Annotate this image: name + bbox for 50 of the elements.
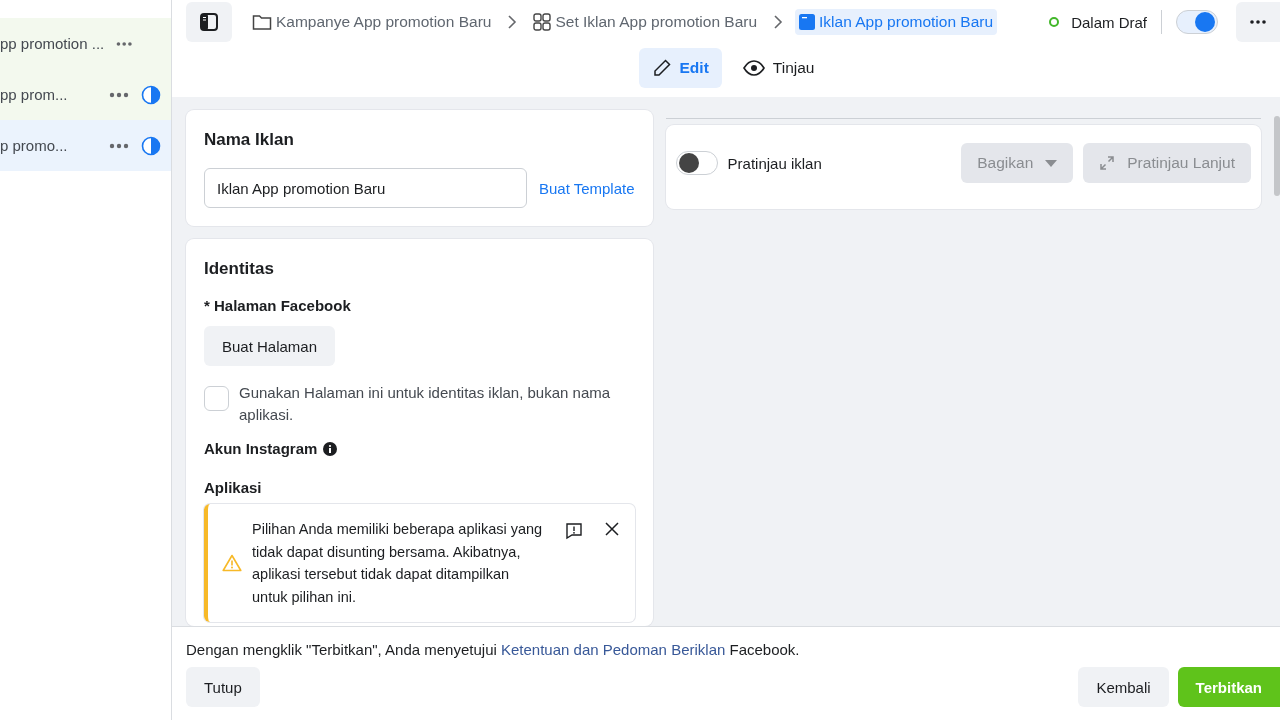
pencil-icon (651, 58, 672, 78)
more-icon[interactable] (109, 91, 129, 98)
sidebar-item[interactable]: pp prom... (0, 69, 171, 120)
feedback-icon[interactable] (564, 522, 583, 540)
tab[interactable]: Edit (638, 48, 722, 88)
half-circle-icon (141, 84, 161, 105)
checkbox-label: Gunakan Halaman ini untuk identitas iklan, bukan nama aplikasi. (239, 383, 612, 425)
preview-label: Pratinjau iklan (727, 154, 822, 172)
chevron-right-icon (773, 15, 784, 29)
breadcrumb-link[interactable]: Iklan App promotion Baru (795, 9, 998, 35)
folder-icon (252, 13, 272, 31)
more-button[interactable] (1236, 2, 1280, 42)
close-icon[interactable] (604, 522, 619, 536)
warning-icon (222, 554, 242, 572)
field-label: Aplikasi (204, 479, 263, 496)
back-button[interactable]: Kembali (1078, 667, 1169, 707)
create-page-button[interactable]: Buat Halaman (204, 326, 336, 366)
breadcrumb-link[interactable]: Set Iklan App promotion Baru (529, 9, 762, 35)
sidebar-item[interactable]: pp promotion ... (0, 18, 171, 69)
chevron-right-icon (507, 15, 518, 29)
tab[interactable]: Tinjau (729, 48, 828, 88)
toggle-switch[interactable] (1176, 10, 1218, 34)
card-title: Nama Iklan (204, 130, 295, 150)
close-button[interactable]: Tutup (186, 667, 260, 707)
sidebar-toggle-button[interactable] (186, 2, 232, 42)
more-icon (1250, 20, 1266, 24)
grid-icon (533, 13, 552, 31)
window-icon (799, 14, 816, 30)
sidebar-item[interactable]: p promo... (0, 120, 171, 171)
info-icon[interactable] (323, 441, 338, 456)
checkbox[interactable] (204, 386, 229, 411)
caret-icon (1045, 159, 1058, 167)
create-template-link[interactable]: Buat Template (538, 179, 635, 197)
more-icon[interactable] (109, 142, 129, 149)
breadcrumb-link[interactable]: Kampanye App promotion Baru (248, 9, 496, 35)
preview-toggle[interactable] (675, 151, 718, 175)
card-title: Identitas (204, 259, 275, 279)
eye-icon (742, 60, 765, 76)
warning-text: Pilihan Anda memiliki beberapa aplikasi yang tidak dapat disunting bersama. Akibatnya, aplikasi tersebut tidak dapat ditampilkan untuk pilihan ini. (252, 520, 544, 607)
terms-link[interactable]: Ketentuan dan Pedoman Beriklan (501, 641, 726, 658)
ad-name-field[interactable]: Iklan App promotion Baru (204, 168, 527, 208)
expand-icon (1099, 155, 1116, 171)
status-dot-icon (1049, 17, 1060, 27)
half-circle-icon (141, 135, 161, 156)
terms-text: Dengan mengklik "Terbitkan", Anda menyetujui Ketentuan dan Pedoman Beriklan Facebook. (186, 641, 801, 658)
status-label: Dalam Draf (1071, 13, 1147, 31)
field-label: Akun Instagram (204, 440, 318, 457)
more-icon[interactable] (116, 40, 133, 47)
field-label: * Halaman Facebook (204, 297, 352, 314)
panel-icon (199, 12, 219, 32)
